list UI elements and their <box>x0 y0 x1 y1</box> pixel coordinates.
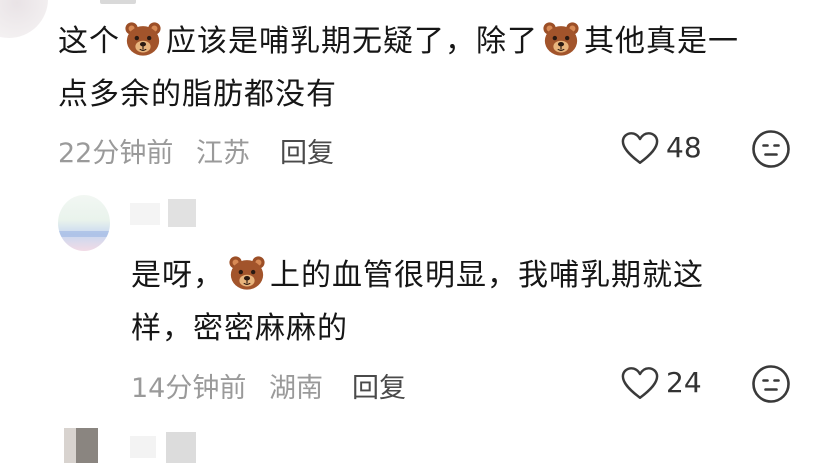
username-redacted[interactable] <box>130 203 160 225</box>
username-redacted[interactable] <box>168 199 196 227</box>
comment-text-line2: 样，密密麻麻的 <box>131 311 348 346</box>
avatar[interactable] <box>58 195 110 251</box>
comment-text-segment: 应该是哺乳期无疑了，除了 <box>166 24 538 59</box>
comment-text: 这个 应该是哺乳期无疑了，除了 其他真是一 <box>58 14 739 70</box>
like-count: 24 <box>666 366 702 399</box>
comment-time: 22分钟前 <box>58 138 174 169</box>
username-redacted[interactable] <box>100 0 136 4</box>
avatar[interactable] <box>0 0 48 38</box>
comment-text-segment: 上的血管很明显，我哺乳期就这 <box>270 258 704 293</box>
comment-time: 14分钟前 <box>131 373 247 404</box>
dislike-face-icon[interactable] <box>751 129 791 169</box>
bear-face-icon <box>542 20 580 58</box>
avatar-detail <box>64 428 76 463</box>
comment-text-segment: 是呀， <box>131 258 224 293</box>
comment-text: 是呀， 上的血管很明显，我哺乳期就这 <box>131 248 704 304</box>
reply-button[interactable]: 回复 <box>352 366 406 405</box>
comment-text-segment: 其他真是一 <box>584 24 739 59</box>
username-redacted[interactable] <box>130 436 156 458</box>
like-count: 48 <box>666 131 702 164</box>
heart-icon[interactable] <box>621 366 659 401</box>
comment-location: 江苏 <box>196 138 250 169</box>
comment-text-segment: 这个 <box>58 24 120 59</box>
reply-button[interactable]: 回复 <box>280 131 334 170</box>
dislike-face-icon[interactable] <box>751 364 791 404</box>
username-redacted[interactable] <box>166 432 196 463</box>
bear-face-icon <box>124 20 162 58</box>
comment-location: 湖南 <box>269 373 323 404</box>
heart-icon[interactable] <box>621 131 659 166</box>
comment-text-line2: 点多余的脂肪都没有 <box>58 77 337 112</box>
bear-face-icon <box>228 254 266 292</box>
